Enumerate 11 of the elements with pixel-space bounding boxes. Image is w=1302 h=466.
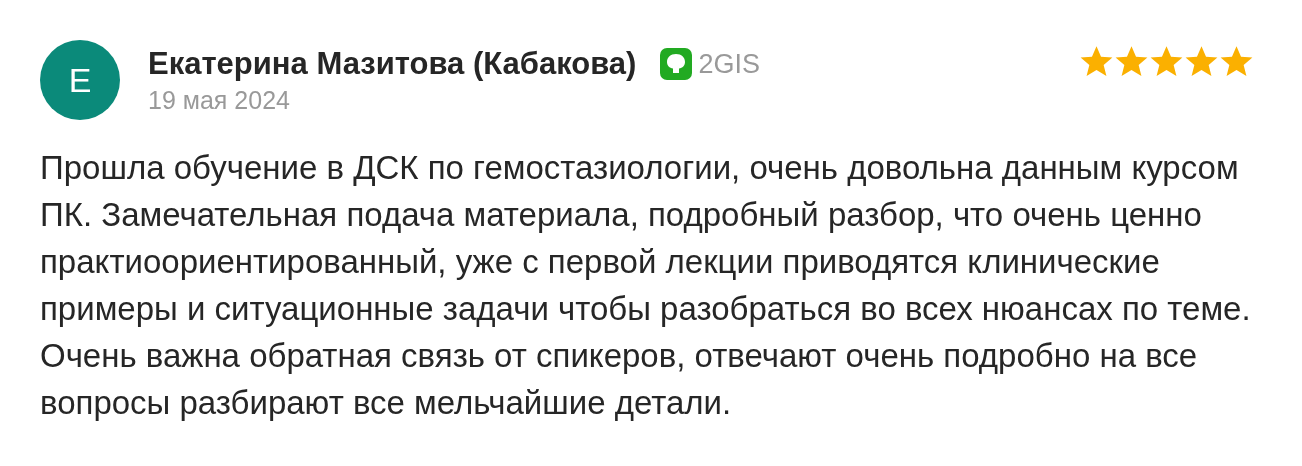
source-label: 2GIS bbox=[698, 48, 760, 81]
avatar: E bbox=[40, 40, 120, 120]
review-text: Прошла обучение в ДСК по гемостазиологии, очень довольна данным курсом ПК. Замечательная подача материала, подробный разбор, что очень ценно практиоориентированный, уже с первой лекции приводятся клинические примеры и ситуационные задачи чтобы разобраться во всех нюансах по теме. Очень важна обратная связь от спикеров, отвечают очень подробно на все вопросы разбирают все мельчайшие детали. bbox=[40, 148, 1252, 423]
star-icon bbox=[1149, 44, 1184, 79]
star-icon bbox=[1219, 44, 1254, 79]
review-date: 19 мая 2024 bbox=[148, 84, 291, 115]
source-logo-icon bbox=[660, 48, 693, 81]
author-name: Екатерина Мазитова (Кабакова) bbox=[148, 45, 637, 84]
star-icon bbox=[1079, 44, 1114, 79]
star-icon bbox=[1184, 44, 1219, 79]
star-icon bbox=[1114, 44, 1149, 79]
